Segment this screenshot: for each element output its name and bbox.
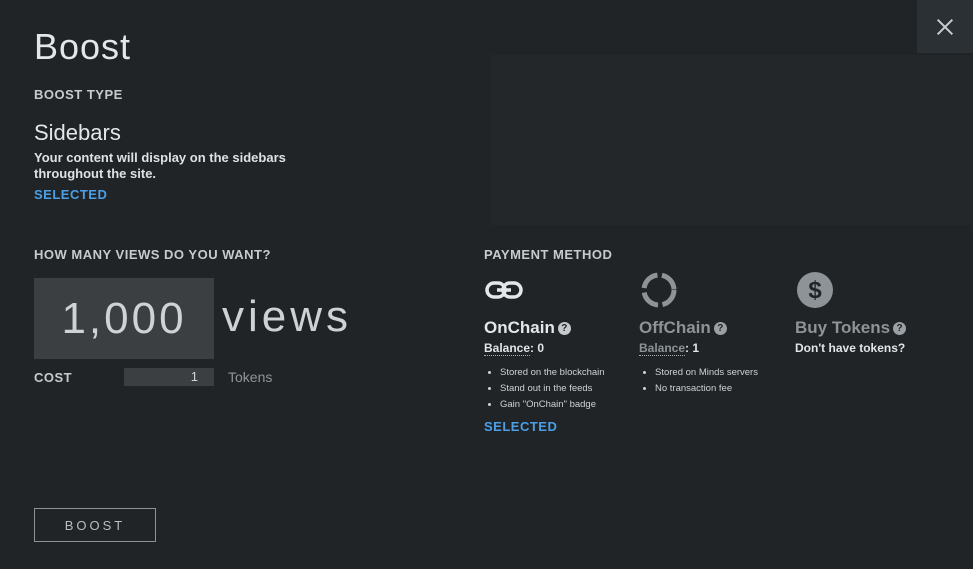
help-icon[interactable]: ? (893, 321, 907, 335)
onchain-selected-badge: SELECTED (484, 419, 558, 434)
views-unit-label: views (222, 292, 353, 341)
boost-type-heading: BOOST TYPE (34, 87, 123, 102)
offchain-name: OffChain ? (639, 318, 789, 338)
cost-label: COST (34, 370, 73, 385)
help-icon[interactable]: ? (713, 321, 727, 335)
close-icon (936, 18, 954, 35)
offchain-feature-list: Stored on Minds servers No transaction f… (639, 365, 789, 397)
boost-type-selected-badge: SELECTED (34, 187, 108, 202)
payment-method-buy-tokens[interactable]: $ Buy Tokens ? Don't have tokens? (795, 270, 945, 355)
dollar-coin-icon: $ (797, 272, 833, 308)
views-input[interactable]: 1,000 (34, 278, 214, 359)
offchain-label: OffChain (639, 318, 711, 337)
ring-spinner-icon (641, 272, 677, 308)
close-button[interactable] (917, 0, 973, 53)
onchain-balance-value: : 0 (530, 341, 545, 355)
offchain-balance-value: : 1 (685, 341, 700, 355)
views-heading: HOW MANY VIEWS DO YOU WANT? (34, 247, 271, 262)
payment-method-onchain[interactable]: OnChain ? Balance: 0 Stored on the block… (484, 270, 634, 434)
list-item: Stored on the blockchain (500, 365, 634, 381)
boost-type-option-sidebars[interactable]: Sidebars (34, 120, 121, 146)
list-item: No transaction fee (655, 381, 789, 397)
payment-method-heading: PAYMENT METHOD (484, 247, 613, 262)
list-item: Gain "OnChain" badge (500, 397, 634, 413)
list-item: Stored on Minds servers (655, 365, 789, 381)
onchain-label: OnChain (484, 318, 555, 337)
list-item: Stand out in the feeds (500, 381, 634, 397)
background-card (490, 55, 973, 225)
boost-modal: Boost BOOST TYPE Sidebars Your content w… (0, 0, 973, 569)
onchain-balance: Balance: 0 (484, 341, 634, 356)
link-icon (485, 281, 523, 299)
svg-text:$: $ (808, 277, 822, 304)
buy-tokens-subtitle: Don't have tokens? (795, 341, 906, 355)
cost-input[interactable]: 1 (124, 368, 214, 386)
onchain-balance-label: Balance (484, 341, 531, 356)
payment-method-offchain[interactable]: OffChain ? Balance: 1 Stored on Minds se… (639, 270, 789, 397)
boost-button[interactable]: BOOST (34, 508, 156, 542)
onchain-feature-list: Stored on the blockchain Stand out in th… (484, 365, 634, 413)
offchain-balance-label: Balance (639, 341, 686, 356)
help-icon[interactable]: ? (557, 321, 571, 335)
offchain-balance: Balance: 1 (639, 341, 789, 356)
buy-tokens-name: Buy Tokens ? (795, 318, 945, 338)
boost-type-description: Your content will display on the sidebar… (34, 150, 286, 181)
onchain-name: OnChain ? (484, 318, 634, 338)
buy-tokens-label: Buy Tokens (795, 318, 891, 337)
cost-unit-label: Tokens (228, 369, 273, 385)
modal-title: Boost (34, 26, 132, 67)
